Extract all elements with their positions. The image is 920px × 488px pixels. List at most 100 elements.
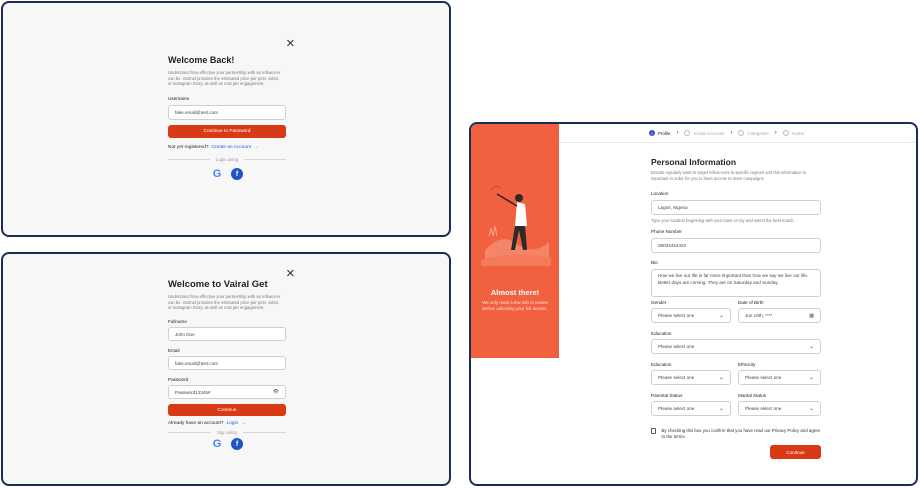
password-input[interactable]: Password12345# 👁 xyxy=(168,385,286,400)
marital-label: Marital Status xyxy=(738,393,767,398)
phone-value: 08034454322 xyxy=(658,243,687,248)
close-icon[interactable]: × xyxy=(286,266,295,281)
dob-value: Jun 10th, **** xyxy=(745,313,773,318)
page-title: Welcome to Vairal Get xyxy=(168,279,268,290)
ethnicity-group: Ethnicity Please select one ⌄ xyxy=(738,362,821,385)
facebook-icon[interactable]: f xyxy=(231,168,243,181)
form-subtitle: Brands regularly want to target influenc… xyxy=(651,170,807,181)
phone-input[interactable]: 08034454322 xyxy=(651,238,821,253)
education-select[interactable]: Please select one ⌄ xyxy=(651,339,821,354)
agree-text: By checking this box you confirm that yo… xyxy=(661,428,821,440)
dob-label: Date of Birth xyxy=(738,300,764,305)
signup-modal: × Welcome to Vairal Get Understand how e… xyxy=(1,252,451,486)
password-value: Password12345# xyxy=(175,389,211,395)
gender-select[interactable]: Please select one ⌄ xyxy=(651,308,731,323)
parental-group: Parental Status Please select one ⌄ xyxy=(651,393,731,416)
step-dot xyxy=(782,130,789,136)
chevron-right-icon: › xyxy=(774,130,777,136)
fullname-input[interactable]: John Doe xyxy=(168,327,286,342)
gender-label: Gender xyxy=(651,300,667,305)
location-input[interactable]: Lagos, Nigeria xyxy=(651,200,821,215)
eye-icon[interactable]: 👁 xyxy=(273,389,279,395)
parental-select[interactable]: Please select one ⌄ xyxy=(651,401,731,416)
education-group-2: Education Please select one ⌄ xyxy=(651,362,731,385)
step-dot xyxy=(684,130,691,136)
step-label: Categories xyxy=(747,130,769,136)
username-value: fake.email@test.com xyxy=(175,110,218,116)
continue-button[interactable]: Continue xyxy=(770,445,821,459)
ethnicity-label: Ethnicity xyxy=(738,362,756,367)
chevron-down-icon: ⌄ xyxy=(808,375,814,381)
personal-info-form: Personal Information Brands regularly wa… xyxy=(651,157,821,181)
parental-label: Parental Status xyxy=(651,393,683,398)
step-avatar[interactable]: Avatar xyxy=(782,130,804,136)
agree-row: By checking this box you confirm that yo… xyxy=(651,428,821,440)
check-icon: ✓ xyxy=(649,130,655,136)
location-hint: Type your location beginning with your t… xyxy=(651,218,795,223)
login-subtitle: Understand how effective your partnershi… xyxy=(168,70,281,87)
username-input[interactable]: fake.email@test.com xyxy=(168,105,286,121)
divider-label: Login using xyxy=(215,157,239,163)
login-form: Welcome Back! Understand how effective y… xyxy=(168,55,286,181)
step-social-accounts[interactable]: Social Accounts xyxy=(684,130,724,136)
chevron-right-icon: › xyxy=(676,130,679,136)
phone-label: Phone Number xyxy=(651,229,682,234)
google-icon[interactable]: G xyxy=(211,168,223,180)
dob-input[interactable]: Jun 10th, **** ▦ xyxy=(738,308,821,323)
facebook-icon[interactable]: f xyxy=(231,438,243,451)
bio-value: How we live our life is far more importa… xyxy=(658,273,809,285)
location-value: Lagos, Nigeria xyxy=(658,205,688,210)
signup-subtitle: Understand how effective your partnershi… xyxy=(168,294,281,311)
signup-divider: Sign using xyxy=(168,430,286,435)
marital-group: Marital Status Please select one ⌄ xyxy=(738,393,821,416)
sidebar-text: We only need a few info to review before… xyxy=(482,300,548,311)
continue-button[interactable]: Continue xyxy=(168,404,286,417)
register-row: Not yet registered? Create an Account → xyxy=(168,145,286,150)
location-group: Location Lagos, Nigeria Type your locati… xyxy=(651,191,821,224)
location-label: Location xyxy=(651,191,669,196)
chevron-down-icon: ⌄ xyxy=(718,313,724,319)
divider-label: Sign using xyxy=(217,430,237,436)
phone-group: Phone Number 08034454322 xyxy=(651,229,821,253)
education-value: Please select one xyxy=(658,344,695,349)
login-divider: Login using xyxy=(168,157,286,162)
google-icon[interactable]: G xyxy=(211,438,223,450)
education-label: Education xyxy=(651,331,672,336)
step-categories[interactable]: Categories xyxy=(738,130,769,136)
bio-label: Bio xyxy=(651,260,658,265)
bio-group: Bio How we live our life is far more imp… xyxy=(651,260,821,297)
not-registered-text: Not yet registered? xyxy=(168,145,209,151)
chevron-down-icon: ⌄ xyxy=(718,406,724,412)
login-link[interactable]: Login xyxy=(226,421,238,426)
gender-value: Please select one xyxy=(658,313,695,318)
continue-to-password-button[interactable]: Continue to Password xyxy=(168,125,286,139)
wizard-steps: ✓ Profile › Social Accounts › Categories… xyxy=(559,124,916,143)
close-icon[interactable]: × xyxy=(286,36,295,51)
page-title: Welcome Back! xyxy=(168,55,235,65)
calendar-icon[interactable]: ▦ xyxy=(809,313,814,319)
wizard-sidebar: Almost there! We only need a few info to… xyxy=(471,124,559,358)
sidebar-title: Almost there! xyxy=(490,288,540,297)
education-select[interactable]: Please select one ⌄ xyxy=(651,370,731,385)
marital-value: Please select one xyxy=(745,406,782,411)
email-label: Email xyxy=(168,348,180,354)
page-title: Personal Information xyxy=(651,157,737,167)
bio-textarea[interactable]: How we live our life is far more importa… xyxy=(651,269,821,297)
email-input[interactable]: fake.email@test.com xyxy=(168,356,286,371)
step-dot xyxy=(738,130,745,136)
education-label: Education xyxy=(651,362,672,367)
step-profile[interactable]: ✓ Profile xyxy=(649,130,670,136)
password-label: Password xyxy=(168,377,189,383)
login-modal: × Welcome Back! Understand how effective… xyxy=(1,1,451,237)
agree-checkbox[interactable] xyxy=(651,428,657,434)
chevron-down-icon: ⌄ xyxy=(718,375,724,381)
education-group-1: Education Please select one ⌄ xyxy=(651,331,821,354)
ethnicity-value: Please select one xyxy=(745,375,782,380)
create-account-link[interactable]: Create an Account xyxy=(212,145,251,150)
signup-form: Welcome to Vairal Get Understand how eff… xyxy=(168,279,286,451)
email-value: fake.email@test.com xyxy=(175,360,218,366)
parental-value: Please select one xyxy=(658,406,695,411)
chevron-down-icon: ⌄ xyxy=(808,406,814,412)
marital-select[interactable]: Please select one ⌄ xyxy=(738,401,821,416)
ethnicity-select[interactable]: Please select one ⌄ xyxy=(738,370,821,385)
